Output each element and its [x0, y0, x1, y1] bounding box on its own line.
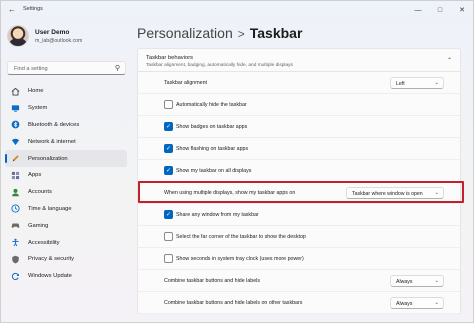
- home-icon: [11, 87, 20, 96]
- breadcrumb: Personalization > Taskbar: [137, 25, 302, 41]
- multi-display-dropdown[interactable]: Taskbar where window is open ⌄: [346, 187, 444, 199]
- maximize-icon[interactable]: □: [429, 1, 451, 19]
- sidebar-item-accessibility[interactable]: Accessibility: [5, 234, 127, 251]
- chevron-up-icon[interactable]: ⌃: [447, 57, 452, 64]
- search-input[interactable]: Find a setting ⚲: [7, 61, 126, 75]
- combine-other-dropdown[interactable]: Always ⌄: [390, 297, 444, 309]
- wifi-icon: [11, 137, 20, 146]
- breadcrumb-parent[interactable]: Personalization: [137, 25, 233, 41]
- setting-row-far-corner[interactable]: Select the far corner of the taskbar to …: [137, 226, 461, 248]
- accessibility-icon: [11, 238, 20, 247]
- auto-hide-checkbox[interactable]: [164, 100, 173, 109]
- setting-row-flashing[interactable]: ✓ Show flashing on taskbar apps: [137, 138, 461, 160]
- chevron-right-icon: >: [237, 27, 245, 41]
- sidebar-nav: Home System Bluetooth & devices Network …: [5, 83, 127, 285]
- sidebar-item-windows-update[interactable]: Windows Update: [5, 268, 127, 285]
- sidebar-item-bluetooth[interactable]: Bluetooth & devices: [5, 117, 127, 134]
- setting-row-multi-display: When using multiple displays, show my ta…: [137, 182, 461, 204]
- globe-clock-icon: [11, 204, 20, 214]
- close-icon[interactable]: ✕: [451, 1, 473, 19]
- pencil-icon: [11, 154, 20, 163]
- sidebar-item-accounts[interactable]: Accounts: [5, 184, 127, 201]
- share-window-checkbox[interactable]: ✓: [164, 210, 173, 219]
- title-bar: ← Settings — □ ✕: [1, 1, 473, 19]
- shield-icon: [11, 255, 20, 264]
- search-placeholder: Find a setting: [14, 65, 48, 72]
- back-arrow-icon[interactable]: ←: [8, 5, 18, 15]
- setting-row-all-displays[interactable]: ✓ Show my taskbar on all displays: [137, 160, 461, 182]
- bluetooth-icon: [11, 120, 20, 129]
- chevron-down-icon: ⌄: [434, 300, 439, 306]
- section-subtitle: Taskbar alignment, badging, automaticall…: [146, 62, 293, 68]
- minimize-icon[interactable]: —: [407, 1, 429, 19]
- sidebar-item-time-language[interactable]: Time & language: [5, 201, 127, 218]
- settings-window: ← Settings — □ ✕ User Demo m_lab@outlook…: [0, 0, 474, 323]
- user-profile[interactable]: User Demo m_lab@outlook.com: [7, 25, 82, 47]
- sidebar-item-apps[interactable]: Apps: [5, 167, 127, 184]
- taskbar-behaviors-panel: Taskbar behaviors Taskbar alignment, bad…: [137, 48, 461, 322]
- section-header[interactable]: Taskbar behaviors Taskbar alignment, bad…: [137, 48, 461, 72]
- gamepad-icon: [11, 221, 20, 230]
- window-controls: — □ ✕: [407, 1, 473, 19]
- user-name: User Demo: [35, 28, 70, 36]
- monitor-icon: [11, 104, 20, 113]
- sidebar-item-gaming[interactable]: Gaming: [5, 217, 127, 234]
- setting-row-combine-other: Combine taskbar buttons and hide labels …: [137, 292, 461, 314]
- apps-icon: [11, 171, 20, 180]
- sidebar-item-personalization[interactable]: Personalization: [5, 150, 127, 167]
- chevron-down-icon: ⌄: [434, 278, 439, 284]
- alignment-dropdown[interactable]: Left ⌄: [390, 77, 444, 89]
- setting-row-combine: Combine taskbar buttons and hide labels …: [137, 270, 461, 292]
- search-icon: ⚲: [114, 65, 120, 72]
- sidebar-item-network[interactable]: Network & internet: [5, 133, 127, 150]
- sidebar-item-home[interactable]: Home: [5, 83, 127, 100]
- update-icon: [11, 272, 20, 281]
- seconds-checkbox[interactable]: [164, 254, 173, 263]
- setting-row-share-window[interactable]: ✓ Share any window from my taskbar: [137, 204, 461, 226]
- page-title: Taskbar: [249, 25, 303, 41]
- window-title: Settings: [23, 6, 43, 12]
- person-icon: [11, 188, 20, 197]
- avatar: [7, 25, 29, 47]
- section-title: Taskbar behaviors: [146, 55, 194, 61]
- all-displays-checkbox[interactable]: ✓: [164, 166, 173, 175]
- chevron-down-icon: ⌄: [434, 80, 439, 86]
- badges-checkbox[interactable]: ✓: [164, 122, 173, 131]
- setting-row-auto-hide[interactable]: Automatically hide the taskbar: [137, 94, 461, 116]
- combine-dropdown[interactable]: Always ⌄: [390, 275, 444, 287]
- sidebar-item-privacy-security[interactable]: Privacy & security: [5, 251, 127, 268]
- flashing-checkbox[interactable]: ✓: [164, 144, 173, 153]
- sidebar-item-system[interactable]: System: [5, 100, 127, 117]
- setting-row-alignment: Taskbar alignment Left ⌄: [137, 72, 461, 94]
- setting-row-badges[interactable]: ✓ Show badges on taskbar apps: [137, 116, 461, 138]
- far-corner-checkbox[interactable]: [164, 232, 173, 241]
- user-email: m_lab@outlook.com: [35, 37, 83, 44]
- setting-row-seconds[interactable]: Show seconds in system tray clock (uses …: [137, 248, 461, 270]
- chevron-down-icon: ⌄: [434, 190, 439, 196]
